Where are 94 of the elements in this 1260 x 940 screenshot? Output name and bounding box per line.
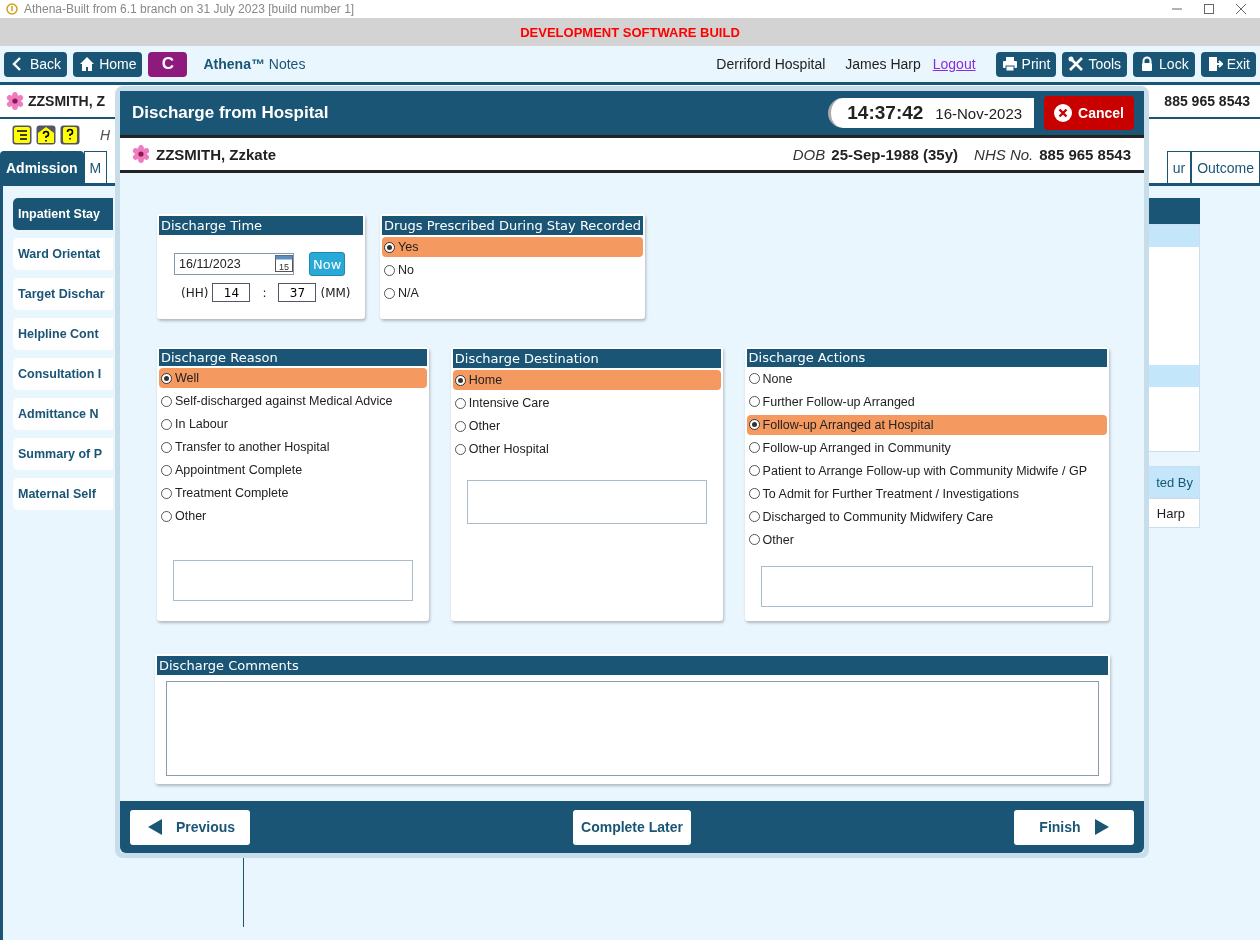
date-of-birth: 25-Sep-1988 (35y) <box>831 145 959 163</box>
hour-field[interactable]: 14 <box>212 283 251 302</box>
panel-title: Discharge Time <box>159 216 363 235</box>
sidebar-item[interactable]: Inpatient Stay <box>13 198 113 230</box>
radio-option[interactable]: To Admit for Further Treatment / Investigations <box>746 483 1107 504</box>
nhs-number: 885 965 8543 <box>1164 93 1250 109</box>
complete-later-button[interactable]: Complete Later <box>573 809 691 845</box>
nhs-number: 885 965 8543 <box>1039 145 1131 163</box>
radio-option[interactable]: Further Follow-up Arranged <box>746 391 1107 412</box>
radio-option[interactable]: N/A <box>382 283 643 303</box>
tools-icon <box>1068 56 1085 72</box>
radio-option[interactable]: Home <box>452 370 721 390</box>
close-icon[interactable] <box>1236 4 1246 14</box>
app-badge[interactable]: C <box>148 51 188 77</box>
tab[interactable]: M <box>83 151 108 183</box>
radio-option[interactable]: Transfer to another Hospital <box>159 437 427 458</box>
toolbar-button[interactable]: Home <box>73 51 143 77</box>
panel-title: Discharge Destination <box>452 349 721 368</box>
hospital-name: Derriford Hospital <box>716 56 826 72</box>
home-icon <box>79 56 96 72</box>
finish-button[interactable]: Finish <box>1014 809 1134 845</box>
sidebar-item[interactable]: Target Dischar <box>13 278 113 310</box>
radio-option[interactable]: Well <box>159 368 427 389</box>
dob-label: DOB <box>792 145 826 163</box>
radio-option[interactable]: Other <box>746 529 1107 550</box>
toolbar-button[interactable]: Lock <box>1133 51 1195 77</box>
radio-option[interactable]: Follow-up Arranged at Hospital <box>746 414 1107 435</box>
panel-title: Discharge Actions <box>746 349 1107 367</box>
flower-icon <box>132 145 150 163</box>
date-field[interactable]: 16/11/2023 15 <box>174 253 294 275</box>
panel-title: Drugs Prescribed During Stay Recorded <box>382 216 643 235</box>
toolbar-button[interactable]: Exit <box>1200 51 1256 77</box>
current-date: 16-Nov-2023 <box>935 104 1023 122</box>
build-warning-text: DEVELOPMENT SOFTWARE BUILD <box>520 24 740 40</box>
logout-link[interactable]: Logout <box>932 56 976 72</box>
radio-option[interactable]: Patient to Arrange Follow-up with Community Midwife / GP <box>746 460 1107 481</box>
toolbar-button[interactable]: Back <box>4 51 68 77</box>
patient-name: ZZSMITH, Z <box>28 93 105 109</box>
tab[interactable]: Outcome <box>1191 151 1260 183</box>
previous-button[interactable]: Previous <box>130 809 250 845</box>
text-field[interactable] <box>466 480 707 524</box>
dialog-title: Discharge from Hospital <box>132 103 329 123</box>
tab[interactable]: Admission <box>0 151 84 183</box>
sidebar-item[interactable]: Helpline Cont <box>13 318 113 350</box>
radio-option[interactable]: Follow-up Arranged in Community <box>746 437 1107 458</box>
window-title: Athena-Built from 6.1 branch on 31 July 2023 [build number 1] <box>24 2 355 16</box>
list-alert-icon <box>12 125 32 145</box>
sidebar-item[interactable]: Admittance N <box>13 398 113 430</box>
right-arrow-icon <box>1094 819 1109 835</box>
tab[interactable]: ur <box>1166 151 1192 183</box>
radio-option[interactable]: Other Hospital <box>452 439 721 459</box>
exit-icon <box>1206 56 1223 72</box>
left-arrow-icon <box>148 819 162 835</box>
sidebar-item[interactable]: Consultation I <box>13 358 113 390</box>
radio-option[interactable]: No <box>382 260 643 280</box>
sidebar-item[interactable]: Summary of P <box>13 438 113 470</box>
panel-title: Discharge Reason <box>159 349 427 367</box>
panel-title: Discharge Comments <box>157 656 1108 675</box>
calendar-icon: 15 <box>275 253 293 272</box>
header-text: H <box>100 127 111 143</box>
flower-icon <box>6 92 24 110</box>
radio-option[interactable]: In Labour <box>159 414 427 435</box>
printer-icon <box>1001 56 1018 72</box>
nhs-label: NHS No. <box>974 145 1034 163</box>
toolbar-button[interactable]: Print <box>995 51 1057 77</box>
time-separator: : <box>262 285 267 300</box>
radio-option[interactable]: Treatment Complete <box>159 483 427 504</box>
question-icon <box>36 125 56 145</box>
app-logo-icon <box>6 3 18 15</box>
radio-option[interactable]: Self-discharged against Medical Advice <box>159 391 427 412</box>
radio-option[interactable]: Yes <box>382 237 643 257</box>
text-field[interactable] <box>760 565 1093 607</box>
question-icon <box>60 125 80 145</box>
maximize-icon[interactable] <box>1204 4 1214 14</box>
toolbar-button[interactable]: Tools <box>1062 51 1128 77</box>
radio-option[interactable]: Other <box>159 506 427 527</box>
radio-option[interactable]: Discharged to Community Midwifery Care <box>746 506 1107 527</box>
hour-label: (HH) <box>181 285 209 300</box>
minute-label: (MM) <box>320 285 351 300</box>
close-icon <box>1054 104 1073 122</box>
sidebar-item[interactable]: Ward Orientat <box>13 238 113 270</box>
radio-option[interactable]: None <box>746 368 1107 389</box>
sidebar-item[interactable]: Maternal Self <box>13 478 113 510</box>
radio-option[interactable]: Other <box>452 416 721 436</box>
current-time: 14:37:42 <box>847 102 924 124</box>
user-name: James Harp <box>845 56 921 72</box>
radio-option[interactable]: Appointment Complete <box>159 460 427 481</box>
minute-field[interactable]: 37 <box>278 283 317 302</box>
comments-field[interactable] <box>166 681 1099 776</box>
cancel-button[interactable]: Cancel <box>1044 96 1134 130</box>
patient-name: ZZSMITH, Zzkate <box>156 145 276 163</box>
radio-option[interactable]: Intensive Care <box>452 393 721 413</box>
app-name: Athena™ Notes <box>203 56 306 72</box>
text-field[interactable] <box>173 560 413 601</box>
